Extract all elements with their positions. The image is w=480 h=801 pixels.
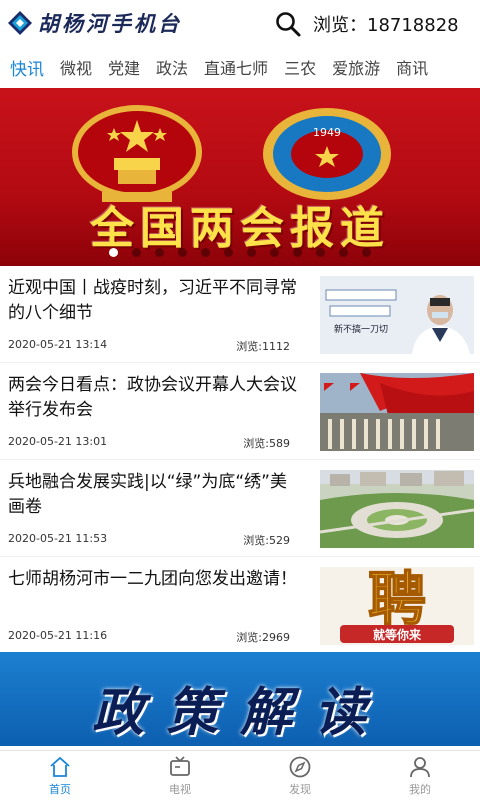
- search-icon[interactable]: [274, 10, 302, 38]
- nav-label: 电视: [169, 783, 191, 796]
- thumb-big-text: 聘: [368, 567, 426, 633]
- news-date: 2020-05-21 11:16: [8, 629, 108, 642]
- home-icon: [50, 756, 70, 777]
- thumb-caption: 新不搞一刀切: [334, 323, 388, 335]
- tab-zhengfa[interactable]: 政法: [156, 55, 188, 79]
- carousel-dot[interactable]: [339, 248, 348, 257]
- app-logo[interactable]: 胡杨河手机台: [6, 8, 182, 38]
- news-thumbnail: [320, 470, 474, 548]
- top-banner-carousel[interactable]: 1949 全国两会报道: [0, 88, 480, 266]
- banner-title: 全国两会报道: [90, 203, 390, 254]
- news-views: 浏览:2969: [236, 631, 290, 644]
- user-icon: [410, 757, 430, 778]
- news-title: 兵地融合发展实践|以“绿”为底“绣”美画卷: [8, 472, 287, 517]
- emblem-year-text: 1949: [313, 126, 341, 139]
- bottom-nav: 首页 电视 发现 我的: [0, 750, 480, 801]
- carousel-dot[interactable]: [178, 248, 187, 257]
- category-tabs: 快讯 微视 党建 政法 直通七师 三农 爱旅游 商讯: [0, 46, 480, 89]
- total-views-text: 浏览：18718828: [313, 15, 459, 36]
- tab-dangjian[interactable]: 党建: [108, 55, 140, 79]
- nav-tv[interactable]: 电视: [120, 751, 240, 801]
- carousel-dot[interactable]: [224, 248, 233, 257]
- news-item[interactable]: 近观中国丨战疫时刻，习近平不同寻常的八个细节 2020-05-21 13:14 …: [0, 266, 480, 362]
- tab-kuaixun[interactable]: 快讯: [10, 55, 44, 80]
- news-views: 浏览:1112: [236, 340, 290, 353]
- tab-sannong[interactable]: 三农: [284, 55, 316, 79]
- tab-zhitong-qishi[interactable]: 直通七师: [204, 55, 268, 79]
- news-item[interactable]: 两会今日看点：政协会议开幕人大会议举行发布会 2020-05-21 13:01 …: [0, 362, 480, 459]
- carousel-dot[interactable]: [132, 248, 141, 257]
- policy-banner[interactable]: 政策解读: [0, 652, 480, 746]
- tab-weishi[interactable]: 微视: [60, 55, 92, 79]
- nav-home[interactable]: 首页: [0, 751, 120, 801]
- news-thumbnail: 新不搞一刀切: [320, 276, 474, 354]
- news-list: 近观中国丨战疫时刻，习近平不同寻常的八个细节 2020-05-21 13:14 …: [0, 266, 480, 653]
- nav-discover[interactable]: 发现: [240, 751, 360, 801]
- news-views: 浏览:529: [243, 534, 290, 547]
- news-date: 2020-05-21 13:14: [8, 338, 108, 351]
- compass-icon: [289, 756, 311, 778]
- tab-ai-lvyou[interactable]: 爱旅游: [332, 55, 380, 79]
- news-thumbnail: [320, 373, 474, 451]
- logo-mark-icon: [8, 11, 32, 35]
- nav-label: 发现: [289, 783, 311, 796]
- carousel-dot[interactable]: [247, 248, 256, 257]
- news-item[interactable]: 兵地融合发展实践|以“绿”为底“绣”美画卷 2020-05-21 11:53 浏…: [0, 459, 480, 556]
- news-title: 两会今日看点：政协会议开幕人大会议举行发布会: [8, 375, 297, 420]
- news-title: 七师胡杨河市一二九团向您发出邀请！: [8, 569, 297, 589]
- carousel-dot[interactable]: [316, 248, 325, 257]
- app-header: 胡杨河手机台 浏览：18718828: [0, 0, 480, 46]
- carousel-dot[interactable]: [293, 248, 302, 257]
- logo-text: 胡杨河手机台: [38, 11, 182, 36]
- tv-icon: [170, 756, 190, 776]
- carousel-dot[interactable]: [362, 248, 371, 257]
- nav-label: 我的: [409, 783, 431, 796]
- news-date: 2020-05-21 11:53: [8, 532, 108, 545]
- policy-banner-title: 政策解读: [91, 683, 388, 743]
- news-views: 浏览:589: [243, 437, 290, 450]
- news-title: 近观中国丨战疫时刻，习近平不同寻常的八个细节: [8, 278, 297, 323]
- carousel-dot[interactable]: [270, 248, 279, 257]
- nav-label: 首页: [49, 783, 71, 796]
- nav-mine[interactable]: 我的: [360, 751, 480, 801]
- tab-shangxun[interactable]: 商讯: [396, 55, 428, 79]
- carousel-dot[interactable]: [155, 248, 164, 257]
- thumb-small-text: 就等你来: [373, 627, 422, 642]
- carousel-dot[interactable]: [109, 248, 118, 257]
- news-item[interactable]: 七师胡杨河市一二九团向您发出邀请！ 2020-05-21 11:16 浏览:29…: [0, 556, 480, 653]
- news-date: 2020-05-21 13:01: [8, 435, 108, 448]
- carousel-dot[interactable]: [201, 248, 210, 257]
- carousel-dots: [0, 248, 480, 257]
- news-thumbnail: 聘 就等你来: [320, 567, 474, 645]
